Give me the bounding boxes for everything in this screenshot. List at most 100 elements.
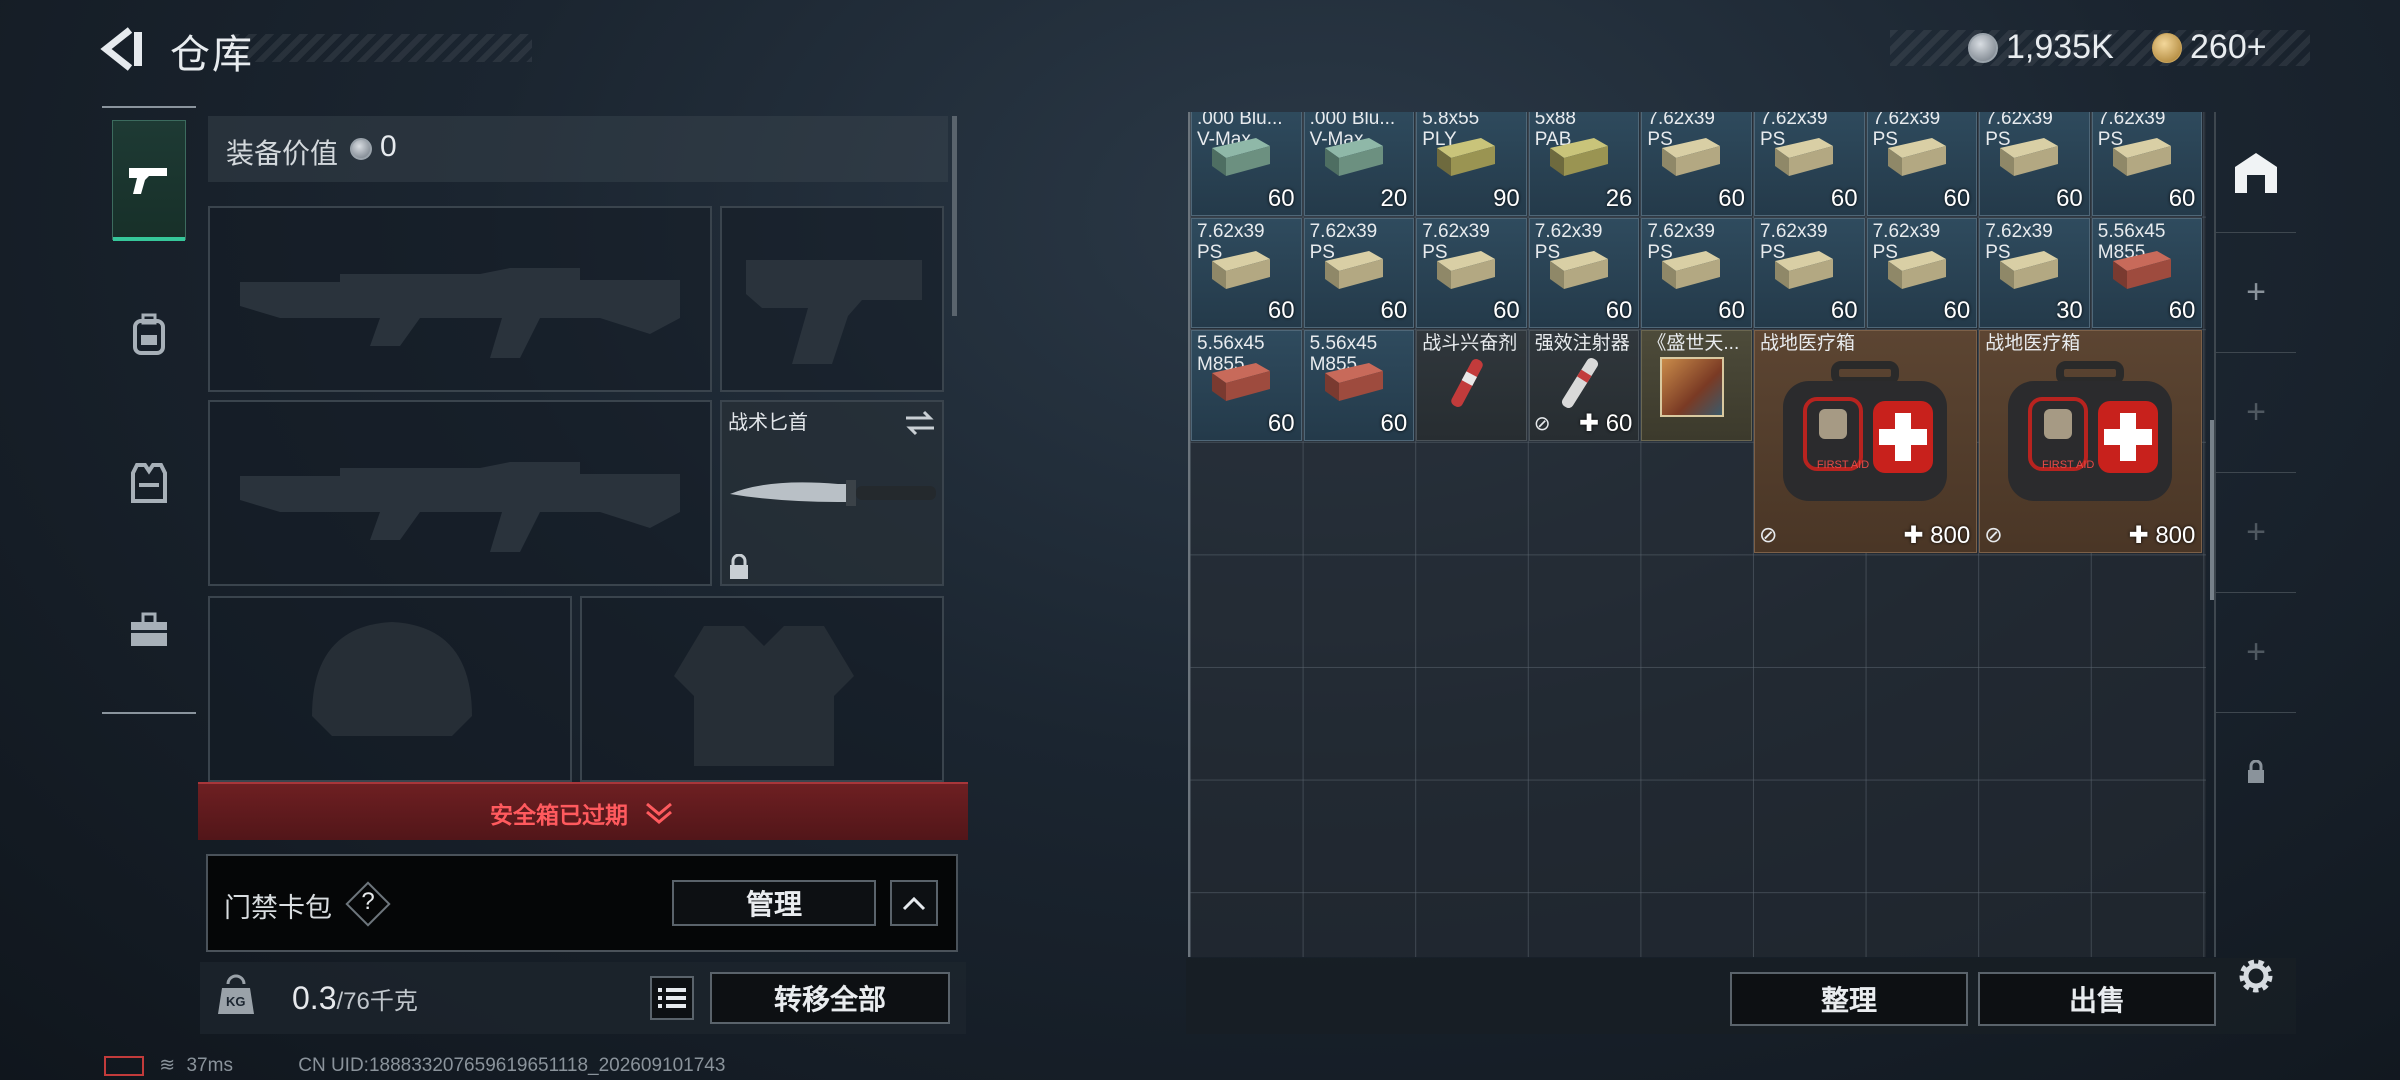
stash-item[interactable]: 7.62x39 PS 60 [1979, 112, 2090, 216]
armor-slot[interactable] [580, 596, 944, 782]
title-decoration [232, 34, 532, 62]
injector-icon [1561, 358, 1598, 409]
plus-icon: + [2246, 512, 2266, 551]
stash-item[interactable]: 7.62x39 PS 60 [1866, 112, 1978, 216]
ammo-box-icon [1212, 363, 1270, 402]
helmet-silhouette-icon [312, 622, 472, 736]
card-pack-label: 门禁卡包 [224, 893, 332, 923]
help-icon-glyph: ? [361, 888, 375, 915]
stash-item[interactable]: 战斗兴奋剂 [1416, 330, 1527, 441]
plus-icon: + [2246, 272, 2266, 311]
battery-icon [104, 1055, 144, 1076]
helmet-slot[interactable] [208, 596, 572, 782]
combat-stimulant-icon [1451, 359, 1483, 408]
stash-item[interactable]: 7.62x39 PS 60 [1754, 112, 1865, 216]
stash-item[interactable]: 7.62x39 PS 60 [1416, 217, 1527, 329]
item-durability: 60 [1605, 409, 1633, 437]
container-add-button-1[interactable]: + [2216, 232, 2296, 353]
primary-weapon-slot[interactable] [208, 206, 712, 392]
ammo-box-icon [1887, 250, 1946, 289]
gold-currency[interactable]: 260+ [2152, 28, 2267, 67]
rifle-silhouette-icon [240, 268, 680, 358]
settings-button[interactable] [2234, 954, 2278, 998]
stash-item[interactable]: 7.62x39 PS 60 [1641, 112, 1752, 216]
weight-value: 0.3/76千克 [292, 980, 418, 1017]
stash-item[interactable]: 5x88 PAB 26 [1528, 112, 1640, 216]
stash-item[interactable]: 5.56x45 M855 60 [2091, 217, 2203, 329]
melee-slot[interactable]: 战术匕首 [720, 400, 944, 586]
user-uid: CN UID:188833207659619651118_20260910174… [298, 1055, 726, 1076]
sidearm-slot[interactable] [720, 206, 944, 392]
tab-backpack[interactable] [112, 274, 186, 394]
container-add-button-3[interactable]: + [2216, 472, 2296, 593]
lock-icon [730, 554, 748, 579]
item-count: 30 [2056, 297, 2083, 325]
stash-item[interactable]: 5.56x45 M855 60 [1303, 330, 1415, 441]
item-count: 60 [2168, 297, 2196, 325]
first-aid-kit-icon [1783, 361, 1947, 502]
stash-grid[interactable]: .000 Blu... V-Max 60.000 Blu... V-Max 20 5.… [1188, 112, 2206, 957]
health-plus-icon: ✚ [1578, 409, 1606, 437]
silver-currency-value: 1,935K [2006, 28, 2114, 66]
item-count: 60 [1718, 297, 1745, 325]
loadout-scrollbar[interactable] [952, 116, 957, 316]
toolbox-icon [131, 612, 167, 646]
container-add-button-4[interactable]: + [2216, 592, 2296, 713]
container-locked[interactable] [2216, 712, 2296, 832]
container-sidebar: + + + + [2214, 112, 2296, 957]
medkit-item[interactable]: 战地医疗箱 FIRST AID ⊘ ✚ 800 [1754, 330, 1978, 554]
back-button[interactable] [100, 26, 146, 72]
equipment-value-label: 装备价值 [226, 138, 339, 169]
swap-icon[interactable] [904, 410, 936, 436]
stash-item[interactable]: .000 Blu... V-Max 60 [1191, 112, 1302, 216]
stash-item[interactable]: 《盛世天... [1641, 330, 1752, 441]
stash-item[interactable]: 强效注射器 ⊘ ✚ 60 [1528, 330, 1640, 441]
stash-item[interactable]: 7.62x39 PS 60 [1303, 217, 1415, 329]
safebox-expired-text: 安全箱已过期 [490, 802, 628, 828]
stash-item[interactable]: 7.62x39 PS 60 [1641, 217, 1752, 329]
ammo-box-icon [1212, 138, 1270, 176]
first-aid-kit-icon [2008, 361, 2173, 502]
weight-icon-text: KG [226, 994, 246, 1009]
silver-coin-icon [350, 138, 372, 160]
manage-button[interactable]: 管理 [672, 880, 876, 926]
tab-vest[interactable] [112, 422, 186, 542]
secondary-weapon-slot[interactable] [208, 400, 712, 586]
container-tab-stash[interactable] [2216, 112, 2296, 233]
item-count: 60 [1267, 184, 1295, 212]
no-transfer-icon: ⊘ [1759, 522, 1778, 548]
stash-item[interactable]: 7.62x39 PS 60 [1191, 217, 1302, 329]
sell-button[interactable]: 出售 [1978, 972, 2216, 1026]
rifle-silhouette-icon [240, 462, 680, 552]
backpack-icon [133, 313, 165, 355]
sort-button[interactable]: 整理 [1730, 972, 1968, 1026]
no-transfer-icon: ⊘ [1533, 412, 1551, 435]
item-count: 60 [2168, 184, 2196, 212]
container-add-button-2[interactable]: + [2216, 352, 2296, 473]
back-arrow-icon [100, 27, 142, 71]
stash-item[interactable]: 7.62x39 PS 60 [2091, 112, 2203, 216]
stash-item[interactable]: 5.8x55 PLY 90 [1416, 112, 1527, 216]
silver-coin-icon [1968, 32, 1998, 63]
stash-item[interactable]: .000 Blu... V-Max 20 [1303, 112, 1415, 216]
expand-button[interactable] [890, 880, 938, 926]
stash-item[interactable]: 7.62x39 PS 60 [1866, 217, 1978, 329]
item-durability: ✚ 800 [1903, 521, 1970, 550]
item-name: 战地医疗箱 [1760, 333, 1856, 355]
armor-silhouette-icon [674, 626, 854, 766]
ammo-box-icon [2112, 250, 2171, 289]
ammo-box-icon [1775, 138, 1833, 176]
item-count: 60 [1493, 297, 1520, 325]
tab-weapons[interactable] [112, 120, 186, 241]
stash-item[interactable]: 7.62x39 PS 60 [1754, 217, 1865, 329]
medkit-item[interactable]: 战地医疗箱 FIRST AID ⊘ ✚ 800 [1979, 330, 2203, 554]
tab-toolbox[interactable] [112, 570, 186, 690]
book-icon [1660, 357, 1725, 418]
list-view-button[interactable] [650, 976, 694, 1020]
stash-item[interactable]: 7.62x39 PS 60 [1528, 217, 1640, 329]
transfer-all-button[interactable]: 转移全部 [710, 972, 950, 1024]
first-aid-label: FIRST AID [2042, 459, 2095, 472]
item-count: 60 [1943, 297, 1971, 325]
stash-item[interactable]: 7.62x39 PS 30 [1979, 217, 2090, 329]
stash-item[interactable]: 5.56x45 M855 60 [1191, 330, 1302, 441]
